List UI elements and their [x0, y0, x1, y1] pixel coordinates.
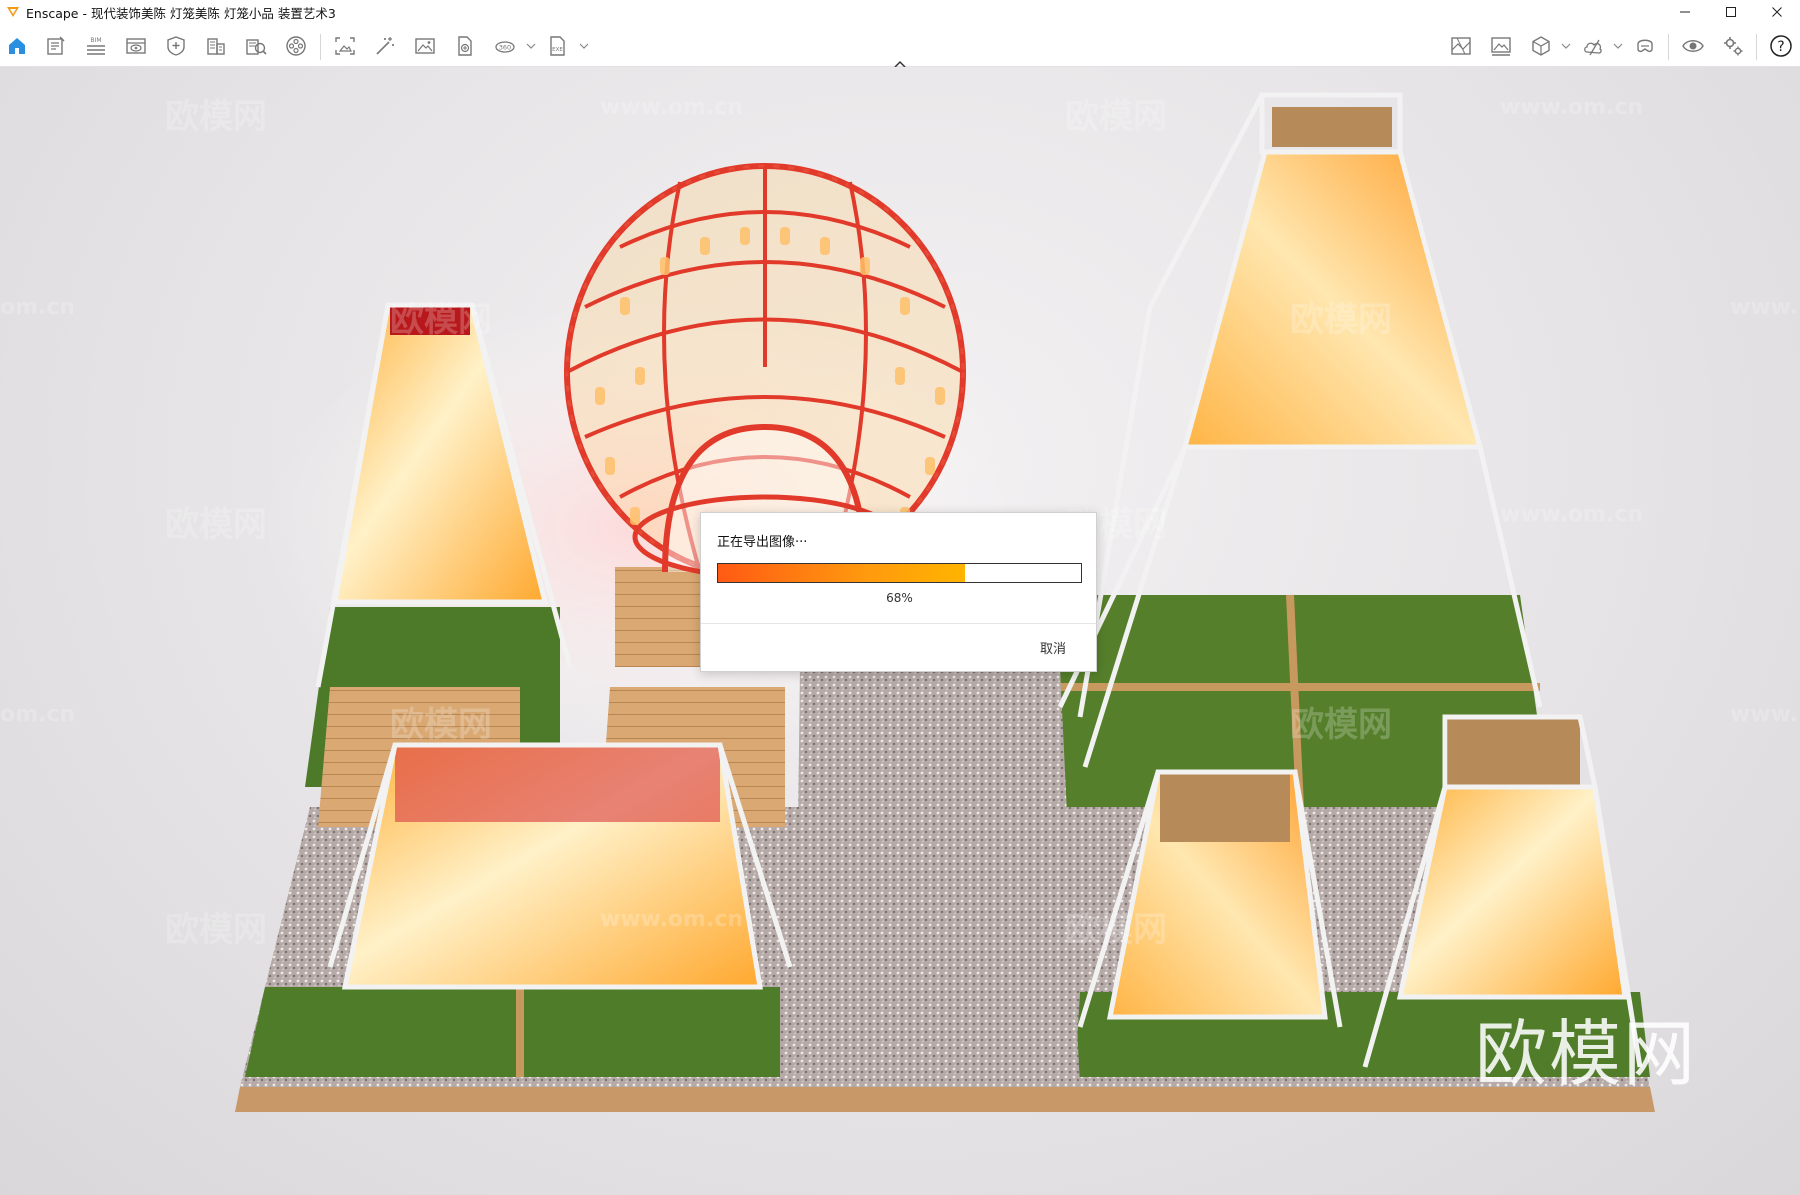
safe-frame-button[interactable] — [163, 33, 189, 59]
watermark-logo: 欧模网 — [165, 910, 267, 950]
cube-dropdown-toggle[interactable] — [1561, 42, 1571, 50]
settings-button[interactable] — [1720, 33, 1746, 59]
chevron-down-icon — [526, 43, 536, 49]
view-button[interactable] — [123, 33, 149, 59]
chevron-down-icon — [1613, 43, 1623, 49]
maximize-button[interactable] — [1708, 0, 1754, 24]
cancel-button[interactable]: 取消 — [1040, 638, 1066, 657]
screenshot-icon — [335, 37, 355, 55]
export-file-button[interactable] — [452, 33, 478, 59]
watermark-url: om.cn — [0, 295, 76, 320]
batch-render-button[interactable] — [372, 33, 398, 59]
home-button[interactable] — [4, 33, 30, 59]
eye-button[interactable] — [1680, 33, 1706, 59]
lamp-box-front-left — [327, 742, 793, 990]
toolbar-separator — [1668, 34, 1669, 60]
cube-button[interactable] — [1528, 33, 1554, 59]
watermark-url: www.om.cn — [600, 95, 744, 120]
panorama-gallery-icon — [1491, 37, 1511, 56]
cloud-upload-button[interactable] — [1580, 33, 1606, 59]
progress-fill — [718, 564, 965, 582]
toolbar-separator — [1756, 34, 1757, 60]
building-icon — [207, 38, 225, 55]
video-button[interactable] — [283, 33, 309, 59]
minimize-button[interactable] — [1662, 0, 1708, 24]
toolbar-separator — [320, 34, 321, 60]
title-bar: Enscape - 现代装饰美陈 灯笼美陈 灯笼小品 装置艺术3 — [0, 0, 1800, 24]
watermark-logo: 欧模网 — [390, 705, 492, 745]
exe-dropdown-toggle[interactable] — [579, 42, 589, 50]
collapse-toolbar-toggle[interactable] — [892, 54, 908, 68]
building-button[interactable] — [203, 33, 229, 59]
watermark-logo: 欧模网 — [1290, 300, 1392, 340]
asset-library-button[interactable] — [243, 33, 269, 59]
dialog-title: 正在导出图像··· — [717, 535, 808, 550]
bim-button[interactable]: BIM — [83, 33, 109, 59]
close-icon — [1772, 7, 1782, 17]
maximize-icon — [1726, 7, 1736, 17]
chevron-down-icon — [579, 43, 589, 49]
image-icon — [415, 38, 435, 54]
eye-icon — [1682, 40, 1704, 52]
watermark-logo: 欧模网 — [1065, 910, 1167, 950]
toolbar: BIM 360 EXE ? — [0, 24, 1800, 68]
watermark-logo-large: 欧模网 — [1475, 1012, 1698, 1096]
exe-label: EXE — [552, 47, 563, 53]
export-progress-bar — [717, 563, 1082, 583]
document-icon — [47, 36, 65, 55]
window-title: Enscape - 现代装饰美陈 灯笼美陈 灯笼小品 装置艺术3 — [26, 5, 336, 21]
watermark-url: www. — [1730, 702, 1798, 727]
home-icon — [9, 38, 25, 54]
panorama-label: 360 — [499, 44, 511, 52]
watermark-logo: 欧模网 — [165, 505, 267, 545]
cloud-upload-icon — [1584, 39, 1602, 56]
bim-icon: BIM — [87, 37, 105, 55]
help-button[interactable]: ? — [1768, 33, 1794, 59]
vr-headset-icon — [1637, 39, 1653, 53]
exe-export-button[interactable]: EXE — [545, 33, 571, 59]
close-button[interactable] — [1754, 0, 1800, 24]
cloud-dropdown-toggle[interactable] — [1613, 42, 1623, 50]
watermark-logo: 欧模网 — [1290, 705, 1392, 745]
export-progress-dialog: 正在导出图像··· 68% 取消 — [700, 512, 1097, 672]
dialog-divider — [701, 623, 1096, 624]
watermark-url: om.cn — [0, 702, 76, 727]
chevron-down-icon — [1561, 43, 1571, 49]
enscape-logo-icon — [7, 7, 19, 17]
panorama-360-button[interactable]: 360 — [492, 33, 518, 59]
export-file-icon — [458, 36, 472, 56]
settings-icon — [1724, 37, 1743, 56]
vr-headset-button[interactable] — [1632, 33, 1658, 59]
panorama-dropdown-toggle[interactable] — [526, 42, 536, 50]
map-view-button[interactable] — [1448, 33, 1474, 59]
panorama-360-icon: 360 — [495, 41, 515, 53]
video-icon — [286, 36, 306, 56]
asset-library-icon — [246, 39, 267, 55]
watermark-url: www.om.cn — [600, 907, 744, 932]
map-view-icon — [1451, 37, 1471, 55]
help-icon: ? — [1770, 35, 1792, 57]
view-icon — [126, 38, 146, 54]
help-label: ? — [1777, 39, 1784, 55]
screenshot-button[interactable] — [332, 33, 358, 59]
watermark-logo: 欧模网 — [1065, 97, 1167, 137]
document-button[interactable] — [43, 33, 69, 59]
watermark-logo: 欧模网 — [165, 97, 267, 137]
batch-render-icon — [376, 37, 394, 55]
watermark-url: www.om.cn — [1500, 502, 1644, 527]
cube-icon — [1532, 36, 1550, 56]
minimize-icon — [1680, 11, 1690, 13]
panorama-gallery-button[interactable] — [1488, 33, 1514, 59]
safe-frame-icon — [167, 36, 185, 56]
exe-export-icon: EXE — [550, 36, 565, 56]
image-button[interactable] — [412, 33, 438, 59]
bim-label: BIM — [90, 37, 101, 44]
watermark-url: www.om.cn — [1500, 95, 1644, 120]
window-controls — [1662, 0, 1800, 24]
progress-percent: 68% — [886, 591, 913, 605]
watermark-url: www. — [1730, 295, 1798, 320]
watermark-logo: 欧模网 — [390, 300, 492, 340]
